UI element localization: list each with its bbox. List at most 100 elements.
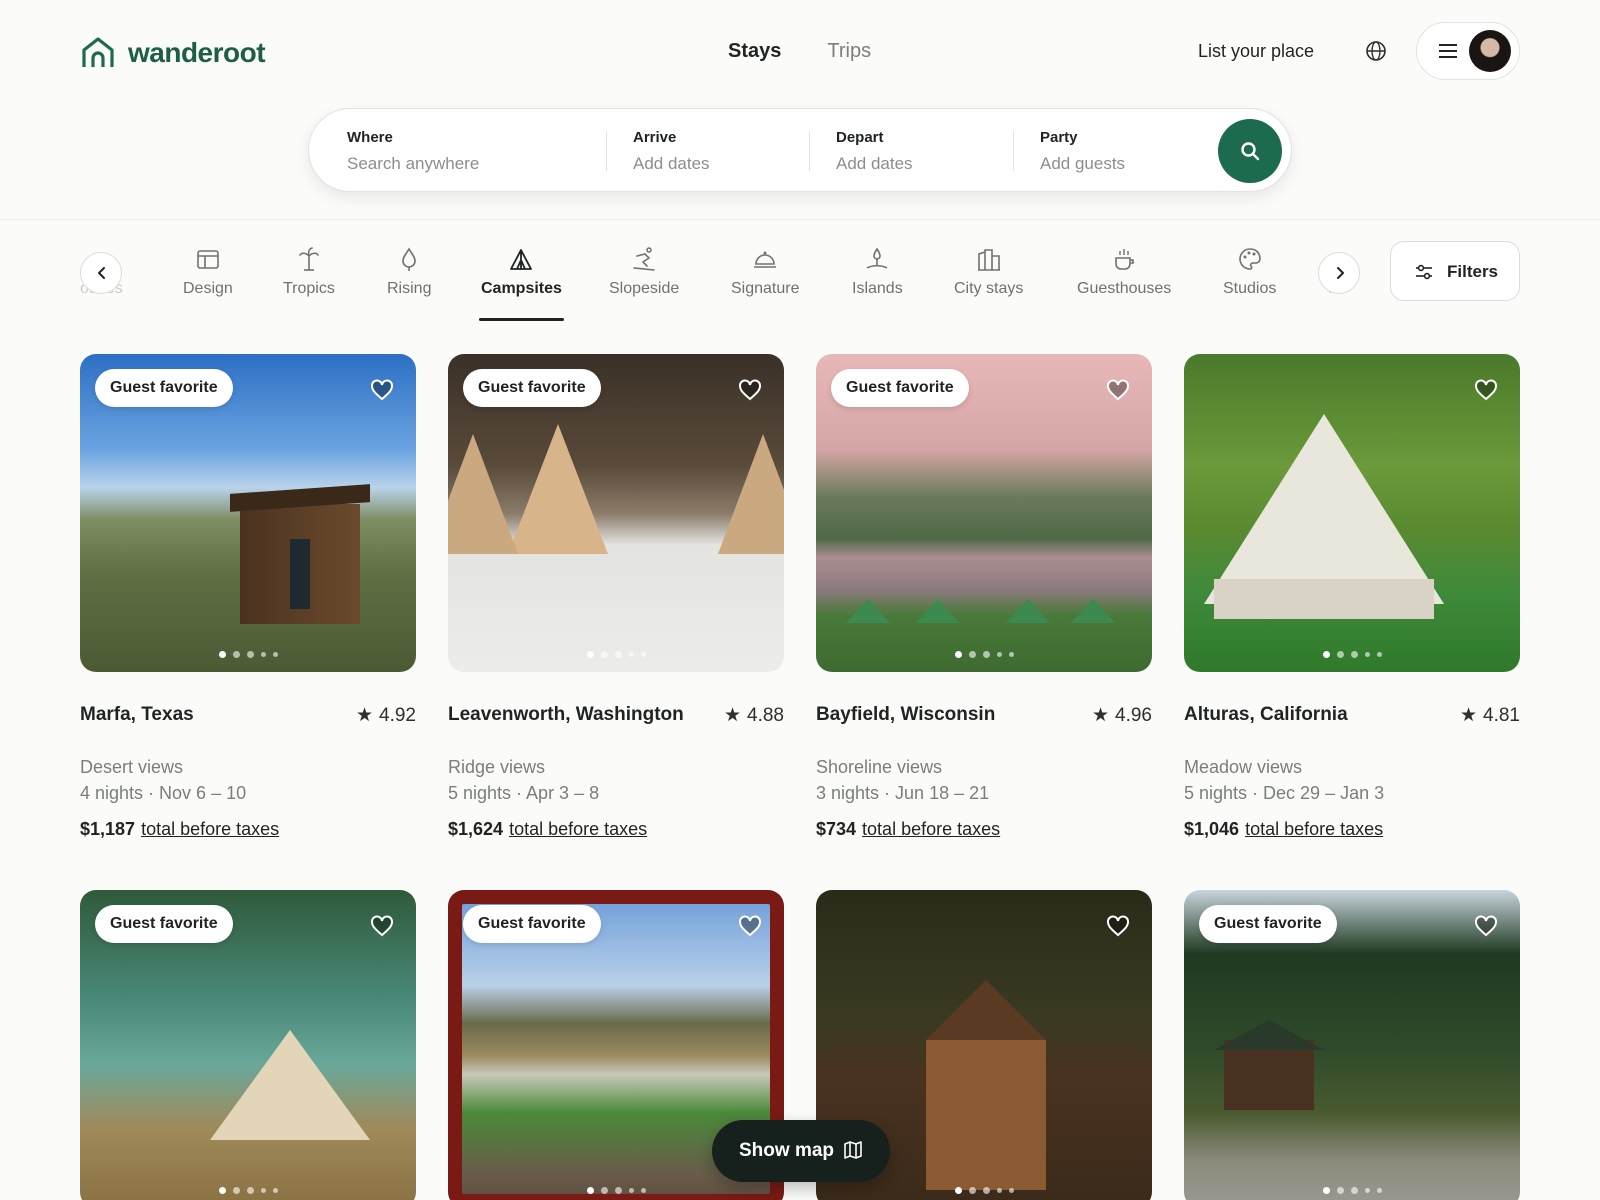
- island-icon: [866, 247, 888, 269]
- avatar: [1469, 30, 1511, 72]
- listing-title: Bayfield, Wisconsin: [816, 704, 996, 725]
- palm-icon: [299, 247, 319, 271]
- category-studios[interactable]: Studios: [1223, 246, 1276, 298]
- where-field[interactable]: Where Search anywhere: [347, 129, 479, 174]
- listing-photo[interactable]: Guest favorite: [448, 354, 784, 672]
- listing-views: Ridge views: [448, 757, 546, 777]
- listing-views: Desert views: [80, 757, 184, 777]
- top-header: wanderoot Stays Trips List your place Wh…: [0, 0, 1600, 220]
- photo-pagination: [80, 651, 416, 658]
- category-prev-button[interactable]: [80, 252, 122, 294]
- photo-pagination: [816, 651, 1152, 658]
- category-bar: ouses Design Tropics Rising Campsites Sl…: [0, 220, 1600, 330]
- heart-icon[interactable]: [370, 914, 394, 938]
- heart-icon[interactable]: [370, 378, 394, 402]
- price-details-link[interactable]: total before taxes: [509, 819, 647, 839]
- listing-price: $1,046 total before taxes: [1184, 819, 1384, 839]
- tab-trips[interactable]: Trips: [827, 40, 871, 63]
- house-arch-icon: [82, 37, 114, 67]
- category-label: Design: [183, 280, 233, 297]
- photo-pagination: [1184, 1187, 1520, 1194]
- category-label: Tropics: [283, 280, 335, 297]
- listing-price: $1,624 total before taxes: [448, 819, 648, 839]
- listing-card[interactable]: Guest favorite Bayfield, Wisconsin ★ 4.96 …: [816, 354, 1152, 839]
- category-design[interactable]: Design: [183, 246, 233, 298]
- listing-card[interactable]: Guest favorite Marfa, Texas ★ 4.92 Desert …: [80, 354, 416, 839]
- party-field[interactable]: Party Add guests: [1040, 129, 1125, 174]
- globe-icon[interactable]: [1365, 40, 1387, 62]
- category-signature[interactable]: Signature: [731, 246, 800, 298]
- where-placeholder: Search anywhere: [347, 154, 480, 173]
- hamburger-icon: [1439, 44, 1457, 58]
- price-details-link[interactable]: total before taxes: [862, 819, 1000, 839]
- category-label: Islands: [852, 280, 903, 297]
- category-next-button[interactable]: [1318, 252, 1360, 294]
- heart-icon[interactable]: [1474, 378, 1498, 402]
- listing-stay: 4 nights · Nov 6 – 10: [80, 783, 247, 803]
- show-map-label: Show map: [739, 1140, 835, 1161]
- listing-price: $1,187 total before taxes: [80, 819, 280, 839]
- depart-field[interactable]: Depart Add dates: [836, 129, 913, 174]
- category-islands[interactable]: Islands: [852, 246, 903, 298]
- price-details-link[interactable]: total before taxes: [141, 819, 279, 839]
- search-button[interactable]: [1218, 119, 1282, 183]
- category-label: Guesthouses: [1077, 280, 1172, 297]
- heart-icon[interactable]: [1106, 914, 1130, 938]
- heart-icon[interactable]: [1474, 914, 1498, 938]
- list-your-place-link[interactable]: List your place: [1198, 41, 1314, 62]
- tab-stays[interactable]: Stays: [728, 40, 781, 63]
- category-slopeside[interactable]: Slopeside: [609, 246, 679, 298]
- listing-price: $734 total before taxes: [816, 819, 1001, 839]
- heart-icon[interactable]: [738, 378, 762, 402]
- listing-rating: ★ 4.81: [1459, 704, 1520, 727]
- listing-title: Marfa, Texas: [80, 704, 194, 725]
- listing-photo[interactable]: Guest favorite: [816, 354, 1152, 672]
- heart-icon[interactable]: [1106, 378, 1130, 402]
- category-tropics[interactable]: Tropics: [283, 246, 335, 298]
- arrive-field[interactable]: Arrive Add dates: [633, 129, 710, 174]
- category-label: Campsites: [481, 280, 562, 297]
- star-icon: ★: [1091, 705, 1110, 726]
- search-icon: [1241, 142, 1260, 161]
- listing-card[interactable]: Guest favorite Leavenworth, Washington ★ 4…: [448, 354, 784, 839]
- price-details-link[interactable]: total before taxes: [1245, 819, 1383, 839]
- guest-favorite-badge: Guest favorite: [1199, 905, 1337, 943]
- cloche-icon: [754, 251, 777, 268]
- active-category-indicator: [479, 318, 564, 321]
- listing-card[interactable]: Guest favorite: [80, 890, 416, 1200]
- listing-card[interactable]: Alturas, California ★ 4.81 Meadow views 5 …: [1184, 354, 1520, 839]
- photo-pagination: [448, 651, 784, 658]
- guest-favorite-badge: Guest favorite: [95, 369, 233, 407]
- cup-icon: [1115, 249, 1134, 270]
- design-icon: [197, 250, 219, 269]
- category-city-stays[interactable]: City stays: [954, 246, 1023, 298]
- category-rising[interactable]: Rising: [387, 246, 431, 298]
- category-campsites[interactable]: Campsites: [481, 246, 562, 298]
- filters-button[interactable]: Filters: [1390, 241, 1520, 301]
- depart-label: Depart: [836, 129, 884, 146]
- user-menu-button[interactable]: [1416, 22, 1520, 80]
- ski-icon: [633, 247, 655, 271]
- listing-photo[interactable]: Guest favorite: [1184, 890, 1520, 1200]
- map-icon: [844, 1141, 862, 1159]
- category-guesthouses[interactable]: Guesthouses: [1077, 246, 1171, 298]
- party-placeholder: Add guests: [1040, 154, 1126, 173]
- flame-icon: [402, 247, 417, 271]
- listing-photo[interactable]: Guest favorite: [80, 354, 416, 672]
- listing-stay: 3 nights · Jun 18 – 21: [816, 783, 990, 803]
- listing-photo[interactable]: Guest favorite: [80, 890, 416, 1200]
- logo[interactable]: wanderoot: [80, 35, 266, 71]
- listing-views: Meadow views: [1184, 757, 1303, 777]
- search-divider: [606, 131, 607, 171]
- where-label: Where: [347, 129, 393, 146]
- guest-favorite-badge: Guest favorite: [831, 369, 969, 407]
- photo-pagination: [816, 1187, 1152, 1194]
- heart-icon[interactable]: [738, 914, 762, 938]
- listing-photo[interactable]: [1184, 354, 1520, 672]
- photo-pagination: [80, 1187, 416, 1194]
- listing-views: Shoreline views: [816, 757, 943, 777]
- palette-icon: [1238, 248, 1261, 270]
- star-icon: ★: [723, 705, 742, 726]
- show-map-button[interactable]: Show map: [712, 1120, 890, 1182]
- listing-card[interactable]: Guest favorite: [1184, 890, 1520, 1200]
